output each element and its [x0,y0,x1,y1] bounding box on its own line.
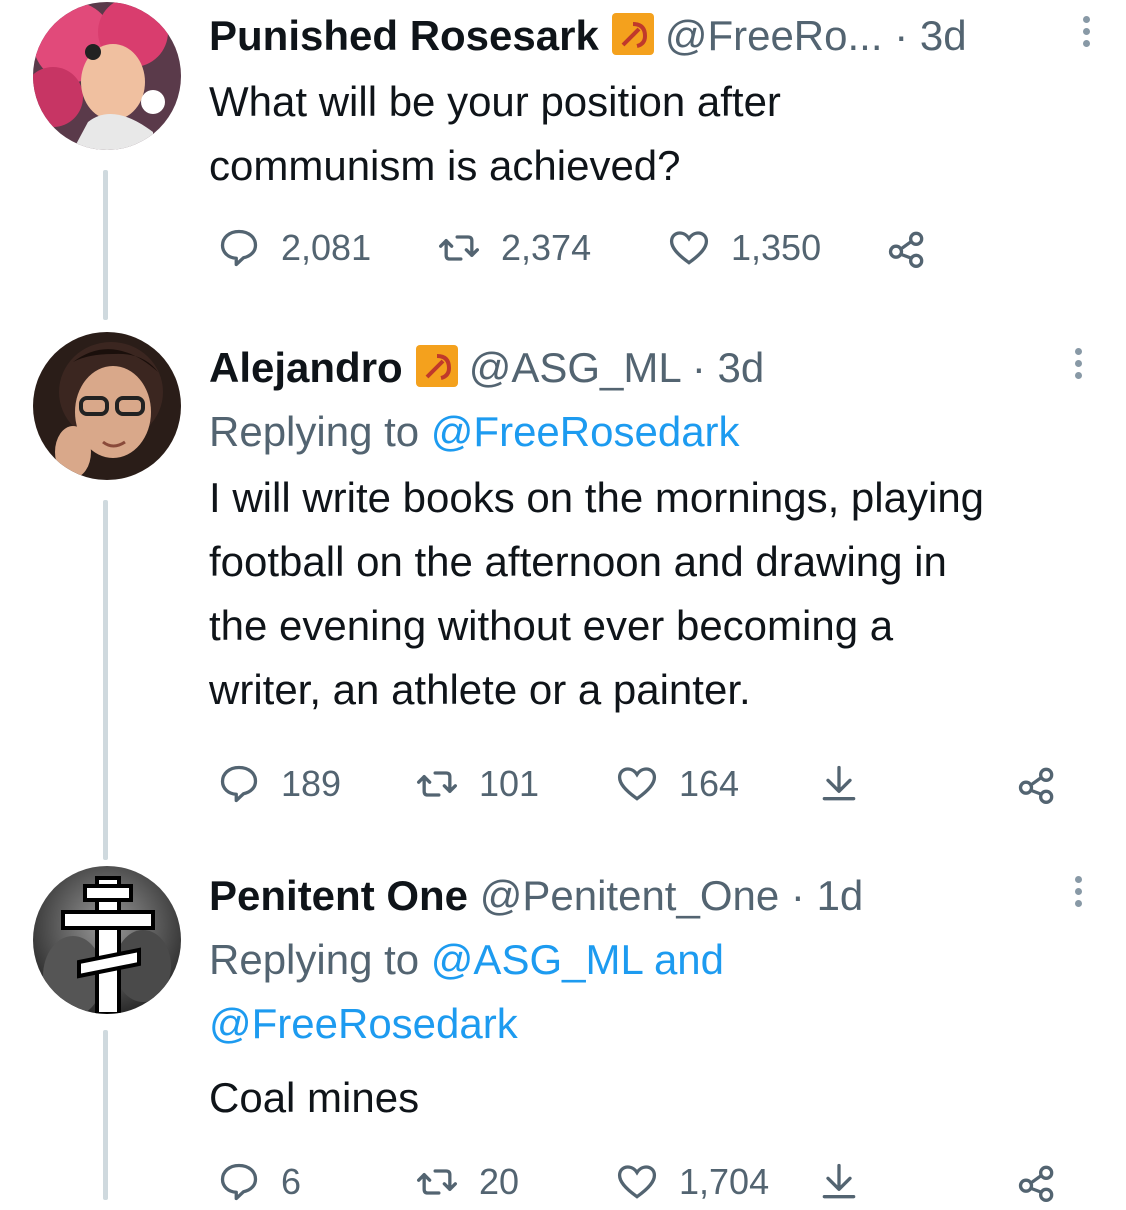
replying-to: Replying to @FreeRosedark [209,400,1086,464]
mention-link[interactable]: @ASG_ML [431,936,642,983]
hammer-sickle-badge-icon [611,12,655,56]
tweet-text: What will be your position after communi… [209,70,1086,198]
tweet-text-line: What will be your position after [209,78,781,125]
reply-count: 2,081 [281,227,372,268]
avatar[interactable] [33,2,181,150]
tweet-text: I will write books on the mornings, play… [209,466,1086,722]
separator-dot: · [790,872,805,919]
download-icon [822,1163,856,1199]
download-button[interactable] [817,762,861,806]
retweet-icon [417,1169,457,1195]
more-options-icon[interactable] [1070,876,1086,912]
display-name[interactable]: Penitent One [209,872,468,919]
reply-icon [220,765,258,803]
timestamp[interactable]: 3d [718,344,765,391]
tweet-text-line: the evening without ever becoming a [209,602,894,649]
share-icon [1018,767,1054,804]
separator-dot: · [691,344,706,391]
retweet-icon [439,235,479,261]
heart-icon [617,767,657,801]
avatar[interactable] [33,866,181,1014]
like-count: 1,704 [679,1161,770,1202]
like-button[interactable]: 1,350 [667,226,821,270]
handle[interactable]: @FreeRo... [665,12,883,59]
tweet-header: Penitent One @Penitent_One · 1d [209,868,1086,924]
like-count: 164 [679,763,740,804]
retweet-button[interactable]: 20 [415,1160,519,1204]
like-button[interactable]: 164 [615,762,739,806]
tweet-text-line: writer, an athlete or a painter. [209,666,751,713]
replying-to: Replying to @ASG_ML and @FreeRosedark [209,928,1086,1056]
reply-button[interactable]: 6 [217,1160,301,1204]
retweet-button[interactable]: 101 [415,762,539,806]
replying-to-label: Replying to [209,936,431,983]
tweet[interactable]: Alejandro @ASG_ML · 3d Replying to @FreeR… [0,330,1126,850]
tweet-header: Alejandro @ASG_ML · 3d [209,340,1086,396]
retweet-button[interactable]: 2,374 [437,226,591,270]
share-icon [1018,1165,1054,1202]
replying-to-label: Replying to [209,408,431,455]
share-button[interactable] [1015,1160,1059,1204]
like-button[interactable]: 1,704 [615,1160,769,1204]
like-count: 1,350 [731,227,822,268]
reply-button[interactable]: 2,081 [217,226,371,270]
avatar[interactable] [33,332,181,480]
tweet-actions: 6 20 1,704 [209,1160,1086,1210]
hammer-sickle-badge-icon [415,344,459,388]
retweet-count: 101 [479,763,540,804]
display-name[interactable]: Punished Rosesark [209,12,599,59]
share-icon [888,231,924,268]
tweet[interactable]: Penitent One @Penitent_One · 1d Replying… [0,860,1126,1202]
handle[interactable]: @Penitent_One [480,872,780,919]
more-options-icon[interactable] [1078,16,1094,52]
reply-count: 6 [281,1161,302,1202]
tweet-header: Punished Rosesark @FreeRo... · 3d [209,8,1090,64]
mention-and: and [642,936,725,983]
download-icon [822,765,856,801]
mention-link[interactable]: @FreeRosedark [209,1000,518,1047]
timestamp[interactable]: 3d [920,12,967,59]
timestamp[interactable]: 1d [817,872,864,919]
tweet-actions: 189 101 164 [209,762,1086,812]
reply-button[interactable]: 189 [217,762,341,806]
heart-icon [617,1165,657,1199]
retweet-count: 20 [479,1161,520,1202]
retweet-count: 2,374 [501,227,592,268]
mention-link[interactable]: @FreeRosedark [431,408,740,455]
display-name[interactable]: Alejandro [209,344,403,391]
separator-dot: · [894,12,909,59]
reply-icon [220,1163,258,1201]
retweet-icon [417,771,457,797]
tweet-actions: 2,081 2,374 1,350 [209,226,1086,276]
tweet-text-line: football on the afternoon and drawing in [209,538,947,585]
reply-count: 189 [281,763,342,804]
tweet-text-line: Coal mines [209,1074,420,1121]
tweet-text-line: communism is achieved? [209,142,681,189]
tweet-text: Coal mines [209,1066,1086,1130]
reply-icon [220,229,258,267]
download-button[interactable] [817,1160,861,1204]
handle[interactable]: @ASG_ML [469,344,680,391]
tweet-text-line: I will write books on the mornings, play… [209,474,985,521]
share-button[interactable] [1015,762,1059,806]
share-button[interactable] [885,226,929,270]
heart-icon [669,231,709,265]
tweet[interactable]: Punished Rosesark @FreeRo... · 3d What wi… [0,0,1126,320]
more-options-icon[interactable] [1070,348,1086,384]
